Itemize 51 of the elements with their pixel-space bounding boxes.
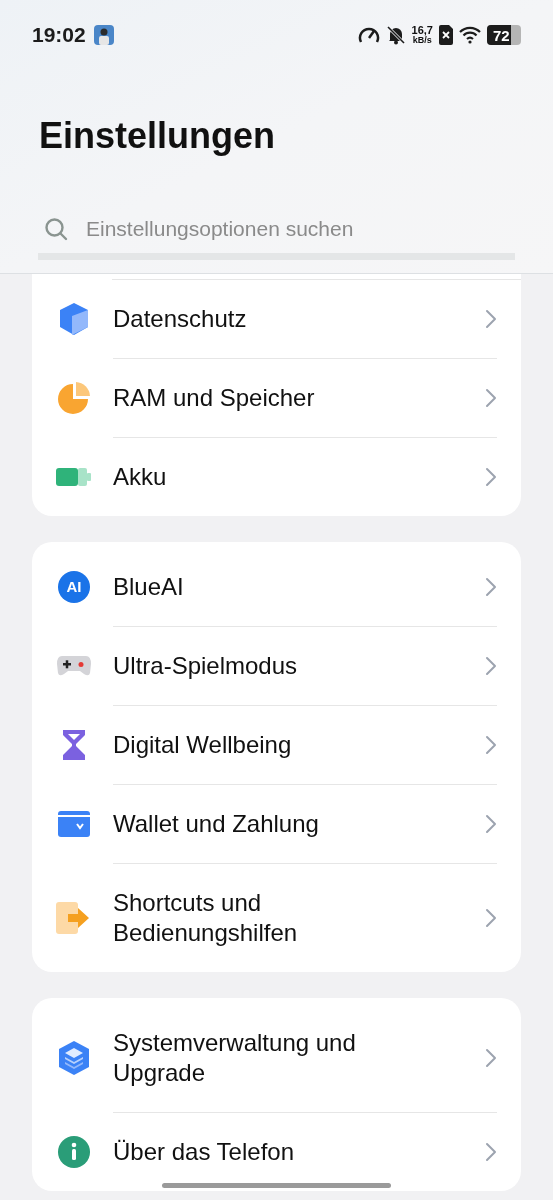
settings-label: Akku — [113, 461, 168, 492]
chevron-right-icon — [485, 655, 497, 676]
search-field[interactable]: Einstellungsoptionen suchen — [86, 213, 515, 245]
battery-icon — [56, 466, 92, 487]
network-speed-unit: kB/s — [412, 35, 432, 45]
settings-label: BlueAI — [113, 571, 185, 602]
app-icon — [93, 25, 114, 45]
settings-item[interactable]: AI BlueAI — [32, 547, 521, 627]
page-title: Einstellungen — [39, 115, 276, 156]
settings-item[interactable]: Ultra-Spielmodus — [32, 626, 521, 706]
info-icon — [58, 1135, 90, 1168]
settings-label: Digital Wellbeing — [113, 729, 293, 760]
chevron-right-icon — [485, 1047, 497, 1068]
settings-item[interactable]: Digital Wellbeing — [32, 705, 521, 785]
settings-item[interactable]: Datenschutz — [32, 279, 521, 359]
network-speed-value: 16,7 — [411, 25, 433, 35]
search-icon — [44, 216, 68, 241]
chevron-right-icon — [485, 466, 497, 487]
sim-card-icon — [439, 25, 453, 45]
settings-label: Wallet und Zahlung — [113, 808, 320, 839]
settings-item[interactable]: Systemverwaltung und Upgrade — [32, 1003, 521, 1113]
settings-label: Datenschutz — [113, 303, 248, 334]
status-time: 19:02 — [32, 22, 86, 49]
wifi-icon — [459, 26, 481, 44]
speedometer-icon — [357, 25, 380, 45]
battery-percentage: 72 — [493, 27, 510, 43]
chevron-right-icon — [485, 813, 497, 834]
settings-label: RAM und Speicher — [113, 382, 316, 413]
settings-label: Systemverwaltung und Upgrade — [113, 1027, 357, 1088]
layers-icon — [57, 1040, 91, 1076]
settings-label: Shortcuts und Bedienungshilfen — [113, 887, 299, 948]
settings-label: Ultra-Spielmodus — [113, 650, 299, 681]
bell-muted-icon — [385, 25, 406, 45]
chevron-right-icon — [485, 907, 497, 928]
settings-item[interactable]: Shortcuts und Bedienungshilfen — [32, 863, 521, 972]
chevron-right-icon — [485, 734, 497, 755]
gamepad-icon — [56, 654, 92, 678]
settings-item[interactable]: RAM und Speicher — [32, 358, 521, 438]
ai-badge-icon: AI — [58, 571, 90, 603]
chevron-right-icon — [485, 308, 497, 329]
cube-icon — [58, 302, 90, 336]
chevron-right-icon — [485, 387, 497, 408]
settings-item[interactable]: Wallet und Zahlung — [32, 784, 521, 864]
pie-chart-icon — [57, 381, 91, 415]
hourglass-icon — [61, 729, 87, 761]
settings-label: Über das Telefon — [113, 1136, 295, 1167]
wallet-icon — [58, 811, 90, 837]
settings-item[interactable]: Akku — [32, 437, 521, 516]
settings-item[interactable]: Über das Telefon — [32, 1112, 521, 1191]
chevron-right-icon — [485, 1141, 497, 1162]
chevron-right-icon — [485, 576, 497, 597]
